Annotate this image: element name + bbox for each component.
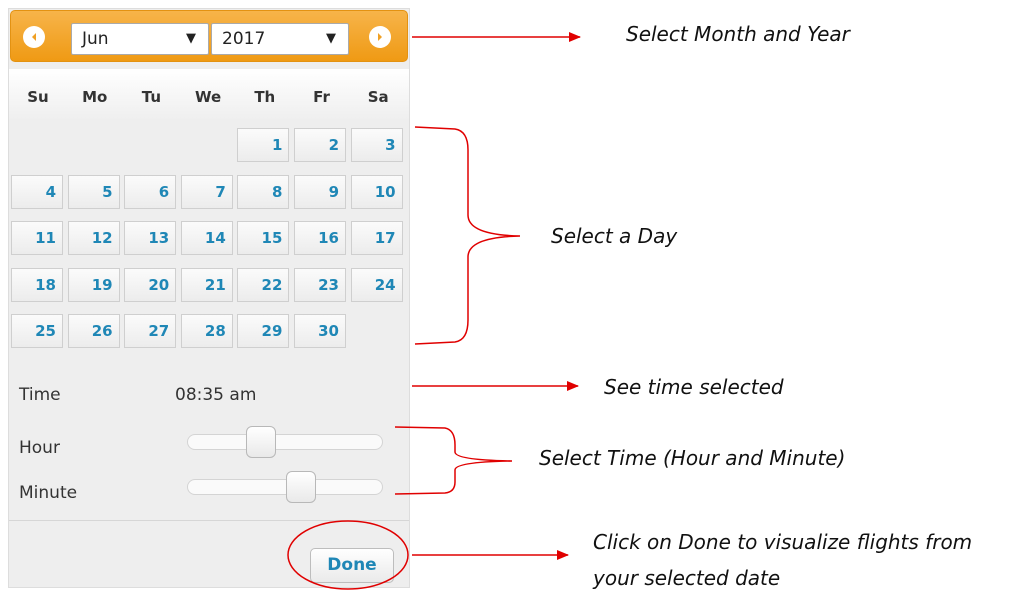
annotation-time-select: Select Time (Hour and Minute) (539, 446, 846, 470)
annotation-bracket-sliders (394, 426, 513, 495)
annotation-month-year: Select Month and Year (626, 22, 850, 46)
annotation-done-line2: your selected date (593, 566, 781, 590)
annotation-overlay (287, 32, 581, 590)
annotation-time-selected: See time selected (604, 375, 784, 399)
annotation-day: Select a Day (551, 224, 678, 248)
annotation-bracket-days (414, 126, 521, 345)
annotation-circle-done (287, 520, 409, 590)
annotation-done-line1: Click on Done to visualize flights from (593, 530, 973, 554)
